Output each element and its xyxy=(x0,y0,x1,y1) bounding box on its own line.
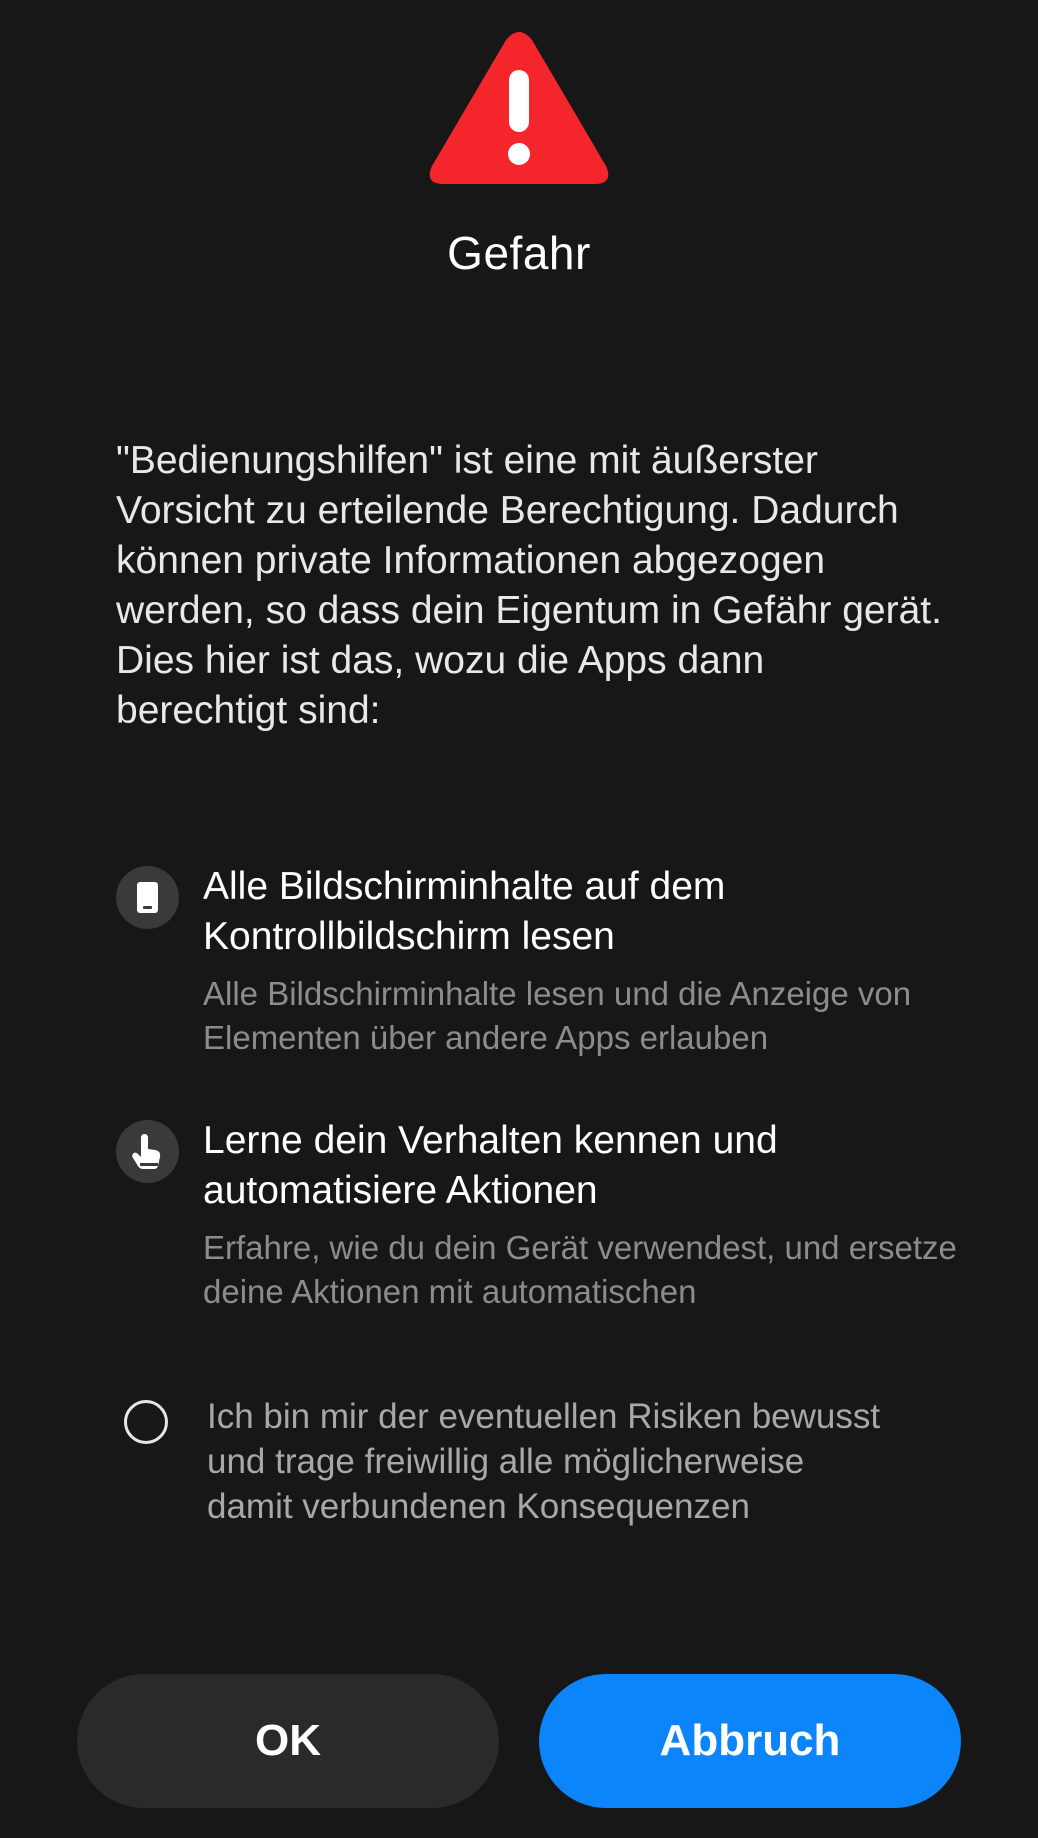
ok-button[interactable]: OK xyxy=(77,1674,499,1808)
hand-tap-icon xyxy=(116,1120,179,1183)
permission-subtitle: Alle Bildschirminhalte lesen und die Anz… xyxy=(203,975,912,1056)
permission-title: Lerne dein Verhalten kennen und automati… xyxy=(203,1119,778,1212)
dialog-description: "Bedienungshilfen" ist eine mit äußerste… xyxy=(116,439,942,732)
consent-radio[interactable] xyxy=(124,1400,168,1444)
warning-triangle-icon xyxy=(429,32,609,184)
permission-subtitle: Erfahre, wie du dein Gerät verwendest, u… xyxy=(203,1229,957,1310)
phone-icon xyxy=(116,866,179,929)
permission-title: Alle Bildschirminhalte auf dem Kontrollb… xyxy=(203,865,726,958)
permission-item-read-screen: Alle Bildschirminhalte auf dem Kontrollb… xyxy=(116,862,956,1062)
permission-item-automate: Lerne dein Verhalten kennen und automati… xyxy=(116,1116,957,1316)
permission-dialog: Gefahr "Bedienungshilfen" ist eine mit ä… xyxy=(0,0,1038,1838)
dialog-title: Gefahr xyxy=(447,227,591,279)
consent-text[interactable]: Ich bin mir der eventuellen Risiken bewu… xyxy=(207,1394,887,1529)
cancel-button[interactable]: Abbruch xyxy=(539,1674,961,1808)
